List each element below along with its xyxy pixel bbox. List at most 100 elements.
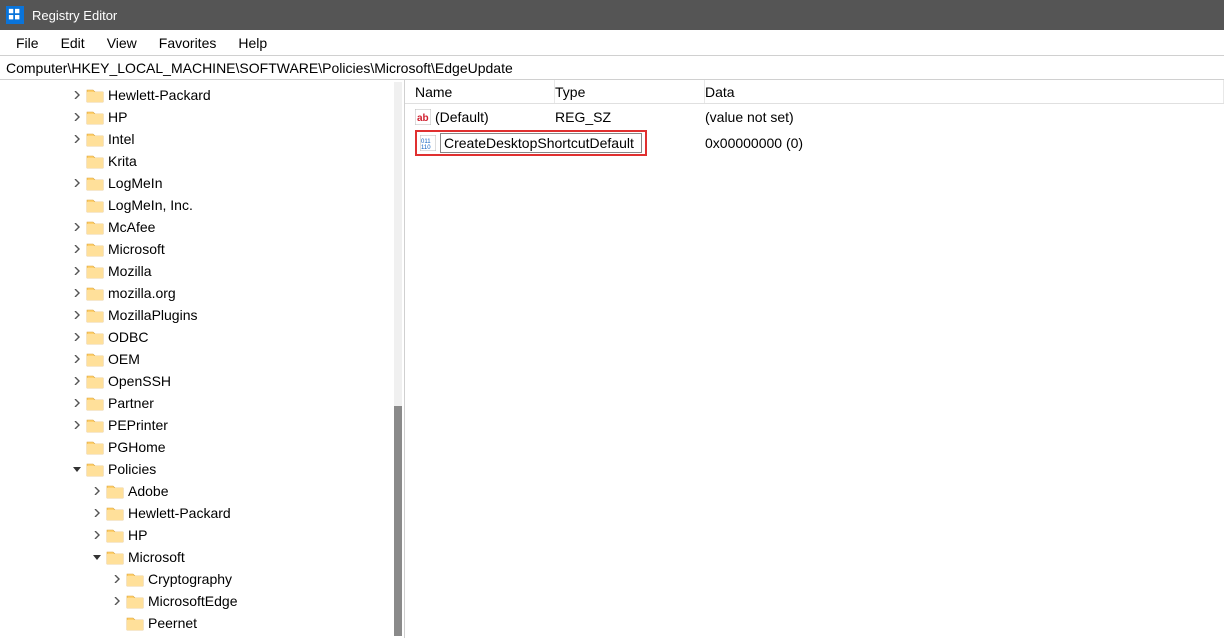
folder-icon xyxy=(126,571,144,587)
tree-item-label: PEPrinter xyxy=(108,417,168,433)
folder-icon xyxy=(86,373,104,389)
scrollbar-thumb[interactable] xyxy=(394,406,402,636)
tree-item[interactable]: Adobe xyxy=(0,480,404,502)
chevron-right-icon[interactable] xyxy=(70,245,84,253)
tree-item[interactable]: ODBC xyxy=(0,326,404,348)
value-type: REG_SZ xyxy=(555,109,705,125)
tree-item[interactable]: MicrosoftEdge xyxy=(0,590,404,612)
menu-edit[interactable]: Edit xyxy=(51,33,95,53)
chevron-right-icon[interactable] xyxy=(110,597,124,605)
chevron-right-icon[interactable] xyxy=(90,531,104,539)
titlebar: Registry Editor xyxy=(0,0,1224,30)
chevron-right-icon[interactable] xyxy=(70,311,84,319)
tree-item-label: Hewlett-Packard xyxy=(108,87,211,103)
folder-icon xyxy=(86,263,104,279)
chevron-right-icon[interactable] xyxy=(70,179,84,187)
values-header: Name Type Data xyxy=(405,80,1224,104)
address-bar[interactable]: Computer\HKEY_LOCAL_MACHINE\SOFTWARE\Pol… xyxy=(0,56,1224,80)
tree-item[interactable]: Peernet xyxy=(0,612,404,634)
column-data-header[interactable]: Data xyxy=(705,80,1224,103)
tree-item-label: PGHome xyxy=(108,439,166,455)
menubar: File Edit View Favorites Help xyxy=(0,30,1224,56)
tree-item[interactable]: LogMeIn xyxy=(0,172,404,194)
menu-view[interactable]: View xyxy=(97,33,147,53)
tree-item-label: Mozilla xyxy=(108,263,152,279)
tree-item[interactable]: Hewlett-Packard xyxy=(0,502,404,524)
tree-item-label: ODBC xyxy=(108,329,148,345)
tree-item-label: Microsoft xyxy=(108,241,165,257)
tree-item[interactable]: Mozilla xyxy=(0,260,404,282)
value-data: (value not set) xyxy=(705,109,1224,125)
chevron-right-icon[interactable] xyxy=(70,289,84,297)
folder-icon xyxy=(86,461,104,477)
chevron-right-icon[interactable] xyxy=(70,135,84,143)
tree-item-label: OpenSSH xyxy=(108,373,171,389)
tree-item[interactable]: Policies xyxy=(0,458,404,480)
chevron-down-icon[interactable] xyxy=(90,553,104,561)
menu-favorites[interactable]: Favorites xyxy=(149,33,227,53)
chevron-right-icon[interactable] xyxy=(70,355,84,363)
folder-icon xyxy=(86,153,104,169)
folder-icon xyxy=(86,307,104,323)
tree-item[interactable]: PGHome xyxy=(0,436,404,458)
chevron-right-icon[interactable] xyxy=(110,575,124,583)
folder-icon xyxy=(86,219,104,235)
tree-scrollbar[interactable] xyxy=(394,82,402,636)
tree-item-label: OEM xyxy=(108,351,140,367)
tree-item-label: Partner xyxy=(108,395,154,411)
chevron-right-icon[interactable] xyxy=(70,91,84,99)
tree-item[interactable]: LogMeIn, Inc. xyxy=(0,194,404,216)
folder-icon xyxy=(86,175,104,191)
value-row[interactable]: (Default)REG_SZ(value not set) xyxy=(405,104,1224,130)
folder-icon xyxy=(126,615,144,631)
tree-item-label: HP xyxy=(108,109,127,125)
chevron-right-icon[interactable] xyxy=(90,487,104,495)
tree-item-label: Hewlett-Packard xyxy=(128,505,231,521)
tree-item[interactable]: HP xyxy=(0,106,404,128)
value-name-input[interactable] xyxy=(440,133,642,153)
tree-item-label: McAfee xyxy=(108,219,155,235)
tree-item[interactable]: Cryptography xyxy=(0,568,404,590)
chevron-right-icon[interactable] xyxy=(70,333,84,341)
tree-item-label: LogMeIn, Inc. xyxy=(108,197,193,213)
value-row[interactable]: 0x00000000 (0) xyxy=(405,130,1224,156)
tree-item[interactable]: Microsoft xyxy=(0,238,404,260)
values-pane: Name Type Data (Default)REG_SZ(value not… xyxy=(405,80,1224,638)
string-value-icon xyxy=(415,109,431,125)
tree-item[interactable]: OpenSSH xyxy=(0,370,404,392)
chevron-right-icon[interactable] xyxy=(70,377,84,385)
tree-item[interactable]: Hewlett-Packard xyxy=(0,84,404,106)
tree-item[interactable]: OEM xyxy=(0,348,404,370)
address-path: Computer\HKEY_LOCAL_MACHINE\SOFTWARE\Pol… xyxy=(6,60,513,76)
tree-item-label: LogMeIn xyxy=(108,175,162,191)
folder-icon xyxy=(86,241,104,257)
folder-icon xyxy=(106,549,124,565)
tree-pane: Hewlett-Packard HP IntelKrita LogMeIn LogMeI… xyxy=(0,80,405,638)
folder-icon xyxy=(86,285,104,301)
folder-icon xyxy=(86,197,104,213)
tree-item[interactable]: mozilla.org xyxy=(0,282,404,304)
tree-item[interactable]: MozillaPlugins xyxy=(0,304,404,326)
tree-item[interactable]: Intel xyxy=(0,128,404,150)
tree-item[interactable]: PEPrinter xyxy=(0,414,404,436)
column-type-header[interactable]: Type xyxy=(555,80,705,103)
chevron-right-icon[interactable] xyxy=(70,421,84,429)
chevron-right-icon[interactable] xyxy=(90,509,104,517)
folder-icon xyxy=(126,593,144,609)
folder-icon xyxy=(86,417,104,433)
tree-item[interactable]: Partner xyxy=(0,392,404,414)
column-name-header[interactable]: Name xyxy=(405,80,555,103)
chevron-right-icon[interactable] xyxy=(70,399,84,407)
chevron-right-icon[interactable] xyxy=(70,223,84,231)
folder-icon xyxy=(106,505,124,521)
chevron-down-icon[interactable] xyxy=(70,465,84,473)
menu-help[interactable]: Help xyxy=(228,33,277,53)
chevron-right-icon[interactable] xyxy=(70,267,84,275)
menu-file[interactable]: File xyxy=(6,33,49,53)
tree-item[interactable]: Microsoft xyxy=(0,546,404,568)
folder-icon xyxy=(86,87,104,103)
tree-item[interactable]: McAfee xyxy=(0,216,404,238)
tree-item[interactable]: HP xyxy=(0,524,404,546)
tree-item[interactable]: Krita xyxy=(0,150,404,172)
chevron-right-icon[interactable] xyxy=(70,113,84,121)
